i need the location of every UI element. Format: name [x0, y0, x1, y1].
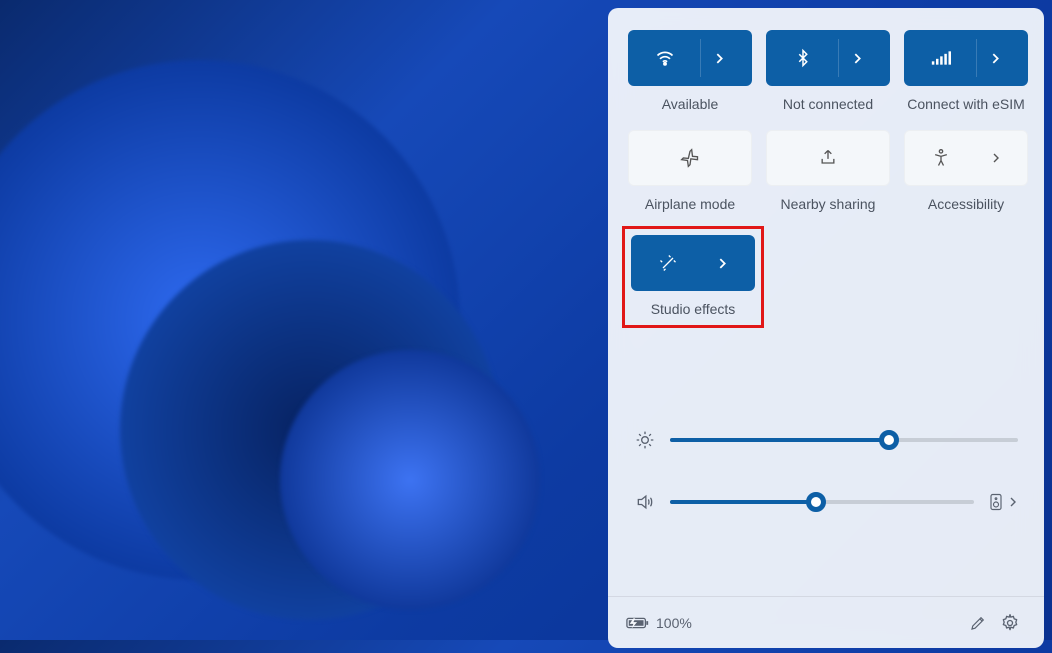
battery-percent: 100%	[656, 615, 692, 631]
wifi-tile[interactable]	[628, 30, 752, 86]
battery-icon	[626, 616, 650, 630]
share-icon	[798, 148, 858, 168]
studio-effects-label: Studio effects	[651, 301, 736, 319]
volume-slider-row	[634, 492, 1018, 512]
brightness-slider-row	[634, 430, 1018, 450]
gear-icon	[1000, 613, 1020, 633]
bluetooth-icon	[773, 48, 833, 68]
sliders-section	[628, 336, 1024, 596]
chevron-right-icon[interactable]	[833, 53, 883, 64]
brightness-slider[interactable]	[670, 438, 1018, 442]
airplane-mode-label: Airplane mode	[645, 196, 735, 214]
cellular-label: Connect with eSIM	[907, 96, 1025, 114]
chevron-right-icon[interactable]	[971, 53, 1021, 64]
chevron-right-icon[interactable]	[695, 53, 745, 64]
nearby-sharing-label: Nearby sharing	[781, 196, 876, 214]
airplane-mode-tile[interactable]	[628, 130, 752, 186]
nearby-sharing-tile[interactable]	[766, 130, 890, 186]
settings-button[interactable]	[994, 607, 1026, 639]
studio-effects-tile[interactable]	[631, 235, 755, 291]
brightness-icon	[634, 430, 656, 450]
pencil-icon	[969, 614, 987, 632]
bluetooth-tile[interactable]	[766, 30, 890, 86]
volume-icon	[634, 492, 656, 512]
effects-icon	[638, 253, 698, 273]
audio-output-button[interactable]	[988, 492, 1004, 512]
studio-effects-highlight: Studio effects	[622, 226, 764, 328]
wifi-icon	[635, 48, 695, 68]
edit-quick-settings-button[interactable]	[962, 607, 994, 639]
volume-slider[interactable]	[670, 500, 974, 504]
battery-status[interactable]: 100%	[626, 615, 692, 631]
quick-settings-grid: Available Not connected	[628, 30, 1024, 214]
cellular-tile[interactable]	[904, 30, 1028, 86]
airplane-icon	[660, 148, 720, 168]
bluetooth-label: Not connected	[783, 96, 873, 114]
accessibility-icon	[911, 148, 971, 168]
accessibility-tile[interactable]	[904, 130, 1028, 186]
quick-settings-row-3: Studio effects	[628, 226, 1024, 336]
chevron-right-icon[interactable]	[971, 153, 1021, 163]
chevron-right-icon[interactable]	[698, 258, 748, 269]
signal-bars-icon	[911, 49, 971, 67]
quick-settings-panel: Available Not connected	[608, 8, 1044, 648]
accessibility-label: Accessibility	[928, 196, 1004, 214]
quick-settings-footer: 100%	[608, 596, 1044, 648]
chevron-right-icon[interactable]	[1008, 497, 1018, 507]
wifi-label: Available	[662, 96, 719, 114]
